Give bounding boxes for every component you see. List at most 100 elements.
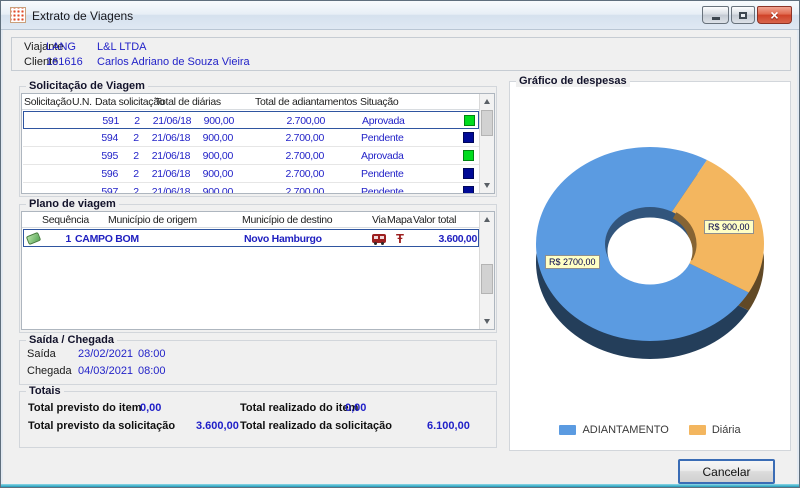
scrollbar-thumb[interactable]	[481, 264, 493, 294]
solicitacao-grid[interactable]: Solicitação U.N. Data solicitação Total …	[21, 93, 495, 194]
bus-icon	[372, 234, 386, 243]
legend-label: ADIANTAMENTO	[582, 424, 668, 436]
cell-solicitacao: 594	[63, 129, 118, 147]
plano-vertical-scrollbar[interactable]	[479, 212, 494, 329]
cell-situacao: Aprovada	[362, 112, 442, 130]
plano-grid[interactable]: Sequência Município de origem Município …	[21, 211, 495, 330]
solicitacao-grid-header: Solicitação U.N. Data solicitação Total …	[22, 94, 479, 110]
cell-total-diarias: 900,00	[183, 147, 233, 165]
legend-swatch-diária	[689, 425, 706, 435]
status-color-chip	[464, 115, 475, 126]
cell-situacao: Aprovada	[361, 147, 441, 165]
column-header-valor-total[interactable]: Valor total	[413, 214, 456, 226]
total-previsto-solicitacao-value: 3.600,00	[196, 420, 239, 432]
total-previsto-item-value: 0,00	[140, 402, 161, 414]
cell-un: 2	[128, 183, 144, 194]
table-row[interactable]: 595221/06/18900,002.700,00Aprovada	[23, 147, 479, 165]
minimize-button[interactable]	[702, 6, 729, 24]
scroll-down-button[interactable]	[480, 314, 494, 329]
cell-total-adiantamentos: 2.700,00	[258, 147, 324, 165]
totais-groupbox: Totais Total previsto do item 0,00 Total…	[19, 391, 497, 448]
maximize-icon	[739, 12, 747, 19]
column-header-via[interactable]: Via	[372, 214, 386, 226]
viajante-name: L&L LTDA	[97, 41, 147, 53]
plano-group-title: Plano de viagem	[26, 198, 119, 210]
viajante-code: LANG	[46, 41, 76, 53]
scroll-down-button[interactable]	[480, 178, 494, 193]
table-row[interactable]: 596221/06/18900,002.700,00Pendente	[23, 165, 479, 183]
legend-swatch-adiantamento	[559, 425, 576, 435]
column-header-total-adiantamentos[interactable]: Total de adiantamentos	[255, 96, 357, 108]
column-header-solicitacao[interactable]: Solicitação	[24, 96, 71, 108]
scroll-up-button[interactable]	[480, 212, 494, 227]
column-header-municipio-destino[interactable]: Município de destino	[242, 214, 332, 226]
scrollbar-thumb[interactable]	[481, 110, 493, 136]
arrow-down-icon	[484, 183, 490, 188]
cell-municipio-destino: Novo Hamburgo	[244, 230, 322, 248]
plano-grid-header: Sequência Município de origem Município …	[22, 212, 479, 228]
status-color-chip	[463, 150, 474, 161]
arrow-up-icon	[484, 217, 490, 222]
total-previsto-solicitacao-label: Total previsto da solicitação	[28, 420, 175, 432]
cliente-code: 161616	[46, 56, 83, 68]
cancel-button[interactable]: Cancelar	[678, 459, 775, 484]
column-header-mapa[interactable]: Mapa	[387, 214, 412, 226]
chart-value-label-diaria: R$ 900,00	[704, 220, 754, 234]
solicitacao-vertical-scrollbar[interactable]	[479, 94, 494, 193]
cell-sequencia: 1	[44, 230, 71, 248]
cell-solicitacao: 596	[63, 165, 118, 183]
cell-total-adiantamentos: 2.700,00	[258, 183, 324, 194]
saida-chegada-group-title: Saída / Chegada	[26, 334, 117, 346]
traveler-client-panel: Viajante LANG L&L LTDA Cliente 161616 Ca…	[11, 37, 791, 71]
cell-total-diarias: 900,00	[183, 165, 233, 183]
saida-chegada-groupbox: Saída / Chegada Saída 23/02/2021 08:00 C…	[19, 340, 497, 385]
table-row[interactable]: 594221/06/18900,002.700,00Pendente	[23, 129, 479, 147]
maximize-button[interactable]	[731, 6, 755, 24]
cell-total-adiantamentos: 2.700,00	[258, 165, 324, 183]
cell-situacao: Pendente	[361, 129, 441, 147]
total-realizado-solicitacao-value: 6.100,00	[427, 420, 470, 432]
minimize-icon	[712, 17, 720, 20]
legend-item: ADIANTAMENTO	[559, 424, 668, 436]
title-bar[interactable]: Extrato de Viagens ×	[1, 1, 799, 30]
table-row[interactable]: 1CAMPO BOMNovo HamburgoŦ3.600,00	[23, 229, 479, 247]
column-header-situacao[interactable]: Situação	[360, 96, 398, 108]
total-realizado-item-label: Total realizado do item	[240, 402, 358, 414]
legend-item: Diária	[689, 424, 741, 436]
cell-un: 2	[129, 112, 145, 130]
column-header-total-diarias[interactable]: Total de diárias	[155, 96, 221, 108]
cell-situacao: Pendente	[361, 165, 441, 183]
chart-legend: ADIANTAMENTO Diária	[510, 424, 790, 436]
window-title: Extrato de Viagens	[32, 9, 133, 23]
app-icon	[10, 7, 26, 23]
chegada-time: 08:00	[138, 365, 166, 377]
cell-total-diarias: 900,00	[183, 129, 233, 147]
arrow-down-icon	[484, 319, 490, 324]
saida-date: 23/02/2021	[78, 348, 133, 360]
close-icon: ×	[770, 8, 778, 22]
status-color-chip	[463, 186, 474, 194]
cell-valor-total: 3.600,00	[407, 230, 477, 248]
status-color-chip	[463, 168, 474, 179]
column-header-un[interactable]: U.N.	[72, 96, 92, 108]
chart-value-label-adiantamento: R$ 2700,00	[545, 255, 600, 269]
column-header-municipio-origem[interactable]: Município de origem	[108, 214, 197, 226]
legend-label: Diária	[712, 424, 741, 436]
donut-hole	[608, 218, 693, 285]
table-row[interactable]: 597221/06/18900,002.700,00Pendente	[23, 183, 479, 194]
cell-un: 2	[128, 129, 144, 147]
saida-label: Saída	[27, 348, 56, 360]
cell-un: 2	[128, 147, 144, 165]
column-header-sequencia[interactable]: Sequência	[42, 214, 89, 226]
cell-solicitacao: 597	[63, 183, 118, 194]
close-button[interactable]: ×	[757, 6, 792, 24]
cell-total-diarias: 900,00	[184, 112, 234, 130]
cell-municipio-origem: CAMPO BOM	[75, 230, 139, 248]
column-header-data-solicitacao[interactable]: Data solicitação	[95, 96, 164, 108]
scroll-up-button[interactable]	[480, 94, 494, 109]
total-previsto-item-label: Total previsto do item	[28, 402, 141, 414]
cell-solicitacao: 595	[63, 147, 118, 165]
total-realizado-solicitacao-label: Total realizado da solicitação	[240, 420, 392, 432]
cliente-name: Carlos Adriano de Souza Vieira	[97, 56, 250, 68]
table-row[interactable]: 591221/06/18900,002.700,00Aprovada	[23, 111, 479, 129]
